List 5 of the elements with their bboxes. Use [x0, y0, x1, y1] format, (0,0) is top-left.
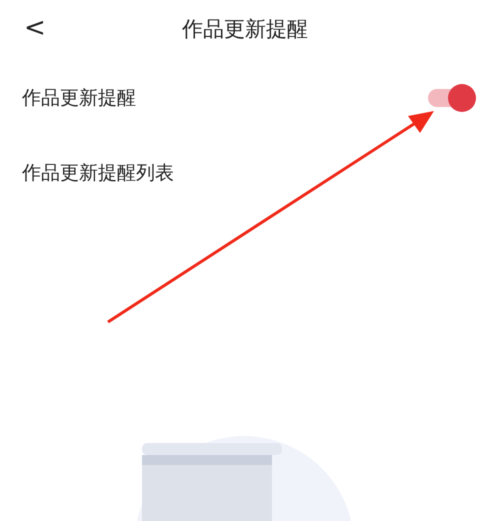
setting-label[interactable]: 作品更新提醒列表: [22, 160, 174, 186]
screen-title: 作品更新提醒: [182, 16, 308, 43]
toggle-switch[interactable]: [426, 84, 476, 112]
setting-label: 作品更新提醒: [22, 86, 136, 111]
back-button[interactable]: <: [20, 12, 50, 44]
